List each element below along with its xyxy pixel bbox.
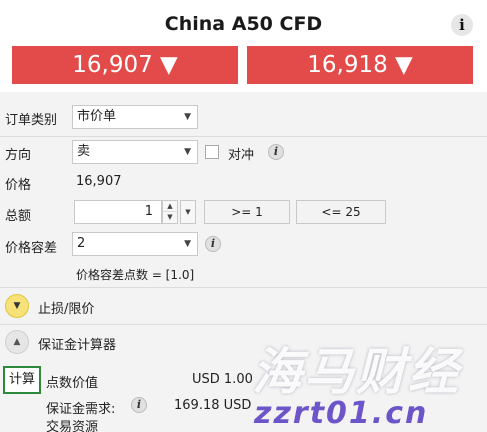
margin-requirement-label: 保证金需求: — [46, 402, 116, 417]
amount-stepper[interactable]: ▲ ▼ — [162, 200, 178, 224]
tolerance-info-icon[interactable]: i — [205, 236, 221, 252]
down-arrow-icon: ▼ — [160, 52, 178, 78]
buy-price-value: 16,918 — [307, 52, 388, 78]
tolerance-value: 2 — [77, 236, 86, 251]
stepper-up-icon[interactable]: ▲ — [163, 201, 177, 212]
order-type-select[interactable]: 市价单 ▼ — [72, 105, 198, 129]
buy-price-button[interactable]: 16,918 ▼ — [247, 46, 473, 84]
order-type-label: 订单类别 — [5, 113, 58, 128]
divider — [0, 287, 487, 288]
amount-dropdown[interactable]: ▼ — [180, 200, 196, 224]
margin-calc-section-title[interactable]: 保证金计算器 — [38, 334, 116, 353]
price-value: 16,907 — [76, 174, 122, 189]
instrument-title: China A50 CFD — [164, 13, 323, 35]
down-arrow-icon: ▼ — [395, 52, 413, 78]
sell-price-value: 16,907 — [72, 52, 153, 78]
direction-value: 卖 — [77, 144, 91, 159]
stepper-down-icon[interactable]: ▼ — [163, 212, 177, 223]
margin-info-icon[interactable]: i — [131, 397, 147, 413]
chevron-down-icon: ▼ — [185, 208, 191, 216]
hedge-label: 对冲 — [228, 148, 255, 163]
min-amount-box: >= 1 — [204, 200, 290, 224]
order-panel: 订单类别 市价单 ▼ 方向 卖 ▼ 对冲 i 价格 16,907 总额 1 ▲ … — [0, 92, 487, 432]
divider — [0, 324, 487, 325]
point-value-label: 点数价值 — [46, 376, 99, 391]
instrument-info-icon[interactable]: i — [451, 14, 473, 36]
direction-select[interactable]: 卖 ▼ — [72, 140, 198, 164]
margin-requirement-value: 169.18 USD — [174, 398, 252, 413]
order-type-value: 市价单 — [77, 109, 117, 124]
hedge-checkbox[interactable] — [205, 145, 219, 159]
price-label: 价格 — [5, 178, 32, 193]
instrument-header: China A50 CFD i 16,907 ▼ 16,918 ▼ — [0, 0, 487, 92]
tolerance-points: 价格容差点数 = [1.0] — [76, 268, 195, 282]
chevron-down-icon: ▼ — [184, 239, 191, 249]
amount-input[interactable]: 1 — [74, 200, 162, 224]
calculate-button[interactable]: 计算 — [3, 366, 41, 394]
stop-limit-section-title[interactable]: 止损/限价 — [38, 298, 94, 317]
trading-resources-link[interactable]: 交易资源 — [46, 416, 98, 432]
hedge-info-icon[interactable]: i — [268, 144, 284, 160]
chevron-down-icon: ▼ — [184, 112, 191, 122]
chevron-down-icon: ▼ — [184, 147, 191, 157]
direction-label: 方向 — [5, 148, 32, 163]
divider — [0, 136, 487, 137]
max-amount-box: <= 25 — [296, 200, 386, 224]
tolerance-select[interactable]: 2 ▼ — [72, 232, 198, 256]
point-value: USD 1.00 — [192, 372, 253, 387]
amount-label: 总额 — [5, 209, 32, 224]
sell-price-button[interactable]: 16,907 ▼ — [12, 46, 238, 84]
margin-calc-collapse-button[interactable]: ▲ — [5, 330, 29, 354]
stop-limit-expand-button[interactable]: ▼ — [5, 294, 29, 318]
chevron-down-icon: ▼ — [13, 301, 21, 311]
chevron-up-icon: ▲ — [13, 337, 21, 347]
tolerance-label: 价格容差 — [5, 241, 58, 256]
